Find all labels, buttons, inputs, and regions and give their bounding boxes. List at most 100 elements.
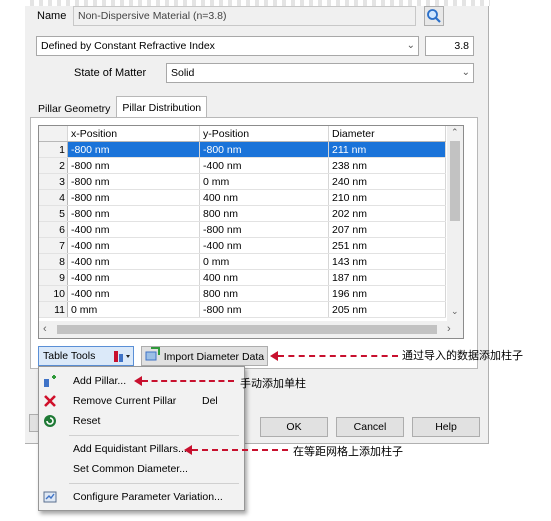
cell-diameter[interactable]: 187 nm	[328, 269, 446, 286]
cell-x-position[interactable]: 0 mm	[67, 301, 200, 318]
row-number[interactable]: 5	[39, 205, 68, 222]
table-tools-menu: Add Pillar... Remove Current Pillar Del …	[38, 366, 245, 511]
refractive-index-field[interactable]: 3.8	[425, 36, 474, 56]
tab-pillar-distribution[interactable]: Pillar Distribution	[116, 96, 208, 118]
cell-y-position[interactable]: -400 nm	[199, 237, 329, 254]
cell-x-position[interactable]: -400 nm	[67, 269, 200, 286]
table-row[interactable]: 3 -800 nm 0 mm 240 nm	[39, 173, 446, 190]
cell-diameter[interactable]: 205 nm	[328, 301, 446, 318]
add-pillar-icon	[39, 374, 61, 388]
table-row[interactable]: 4 -800 nm 400 nm 210 nm	[39, 189, 446, 206]
menu-item-set-common-diameter[interactable]: Set Common Diameter...	[39, 459, 244, 479]
import-diameter-label: Import Diameter Data	[163, 350, 265, 363]
cell-x-position[interactable]: -800 nm	[67, 205, 200, 222]
table-row[interactable]: 10 -400 nm 800 nm 196 nm	[39, 285, 446, 302]
table-row[interactable]: 11 0 mm -800 nm 205 nm	[39, 301, 446, 318]
cell-x-position[interactable]: -400 nm	[67, 221, 200, 238]
remove-pillar-label: Remove Current Pillar	[73, 395, 177, 407]
cell-y-position[interactable]: -400 nm	[199, 157, 329, 174]
ok-button[interactable]: OK	[260, 417, 328, 437]
cell-diameter[interactable]: 238 nm	[328, 157, 446, 174]
horizontal-scrollbar[interactable]: ‹ ›	[39, 321, 463, 338]
table-row[interactable]: 9 -400 nm 400 nm 187 nm	[39, 269, 446, 286]
row-number[interactable]: 9	[39, 269, 68, 286]
annotation-import: 通过导入的数据添加柱子	[402, 350, 523, 362]
cell-y-position[interactable]: -800 nm	[199, 141, 329, 158]
scroll-right-icon[interactable]: ›	[447, 323, 451, 335]
column-header-diameter[interactable]: Diameter	[328, 126, 446, 142]
row-number[interactable]: 10	[39, 285, 68, 302]
table-row[interactable]: 5 -800 nm 800 nm 202 nm	[39, 205, 446, 222]
state-select[interactable]: Solid ⌄	[166, 63, 474, 83]
close-icon	[39, 394, 61, 408]
cell-diameter[interactable]: 143 nm	[328, 253, 446, 270]
vertical-scroll-thumb[interactable]	[450, 141, 460, 221]
search-button[interactable]	[424, 6, 444, 26]
cell-y-position[interactable]: 0 mm	[199, 173, 329, 190]
name-label: Name	[37, 10, 67, 22]
cell-x-position[interactable]: -800 nm	[67, 141, 200, 158]
cell-x-position[interactable]: -800 nm	[67, 173, 200, 190]
reset-icon	[39, 414, 61, 428]
cell-x-position[interactable]: -800 nm	[67, 157, 200, 174]
definition-select[interactable]: Defined by Constant Refractive Index ⌄	[36, 36, 419, 56]
column-header-x[interactable]: x-Position	[67, 126, 200, 142]
tab-pillar-geometry[interactable]: Pillar Geometry	[32, 98, 116, 118]
cell-diameter[interactable]: 210 nm	[328, 189, 446, 206]
row-number[interactable]: 8	[39, 253, 68, 270]
cell-y-position[interactable]: -800 nm	[199, 301, 329, 318]
cell-x-position[interactable]: -800 nm	[67, 189, 200, 206]
cell-y-position[interactable]: 800 nm	[199, 285, 329, 302]
row-number[interactable]: 6	[39, 221, 68, 238]
scroll-down-icon[interactable]: ⌄	[451, 306, 459, 317]
table-row[interactable]: 8 -400 nm 0 mm 143 nm	[39, 253, 446, 270]
vertical-scrollbar[interactable]: ⌃ ⌄	[447, 126, 463, 321]
row-number[interactable]: 1	[39, 141, 68, 158]
menu-item-configure-variation[interactable]: Configure Parameter Variation...	[39, 487, 244, 507]
table-tools-label: Table Tools	[43, 350, 96, 362]
cell-y-position[interactable]: 0 mm	[199, 253, 329, 270]
cell-y-position[interactable]: 400 nm	[199, 189, 329, 206]
cell-diameter[interactable]: 211 nm	[328, 141, 446, 158]
annotation-arrow-import	[278, 355, 398, 357]
row-number[interactable]: 7	[39, 237, 68, 254]
cell-x-position[interactable]: -400 nm	[67, 285, 200, 302]
column-header-y[interactable]: y-Position	[199, 126, 329, 142]
cell-y-position[interactable]: -800 nm	[199, 221, 329, 238]
table-tools-button[interactable]: Table Tools	[38, 346, 134, 366]
row-number[interactable]: 11	[39, 301, 68, 318]
import-diameter-button[interactable]: Import Diameter Data	[141, 346, 268, 366]
row-number[interactable]: 4	[39, 189, 68, 206]
row-number[interactable]: 3	[39, 173, 68, 190]
table-row[interactable]: 6 -400 nm -800 nm 207 nm	[39, 221, 446, 238]
table-row[interactable]: 7 -400 nm -400 nm 251 nm	[39, 237, 446, 254]
menu-item-remove-pillar[interactable]: Remove Current Pillar Del	[39, 391, 244, 411]
table-row[interactable]: 1 -800 nm -800 nm 211 nm	[39, 141, 446, 158]
menu-separator	[69, 483, 239, 484]
row-header-corner	[39, 126, 68, 142]
import-icon	[145, 347, 161, 367]
pillar-table[interactable]: x-Position y-Position Diameter 1 -800 nm -…	[38, 125, 464, 339]
name-field[interactable]: Non-Dispersive Material (n=3.8)	[73, 6, 416, 26]
arrow-head	[270, 351, 278, 361]
cell-x-position[interactable]: -400 nm	[67, 237, 200, 254]
cell-diameter[interactable]: 196 nm	[328, 285, 446, 302]
horizontal-scroll-thumb[interactable]	[57, 325, 437, 334]
cancel-button[interactable]: Cancel	[336, 417, 404, 437]
scroll-left-icon[interactable]: ‹	[43, 323, 47, 335]
state-value: Solid	[171, 67, 195, 79]
help-button[interactable]: Help	[412, 417, 480, 437]
scroll-up-icon[interactable]: ⌃	[451, 127, 459, 138]
cell-y-position[interactable]: 400 nm	[199, 269, 329, 286]
search-icon	[427, 9, 441, 23]
cell-diameter[interactable]: 240 nm	[328, 173, 446, 190]
row-number[interactable]: 2	[39, 157, 68, 174]
cell-diameter[interactable]: 202 nm	[328, 205, 446, 222]
menu-item-reset[interactable]: Reset	[39, 411, 244, 431]
cell-x-position[interactable]: -400 nm	[67, 253, 200, 270]
chevron-down-icon: ⌄	[406, 40, 415, 51]
cell-y-position[interactable]: 800 nm	[199, 205, 329, 222]
table-row[interactable]: 2 -800 nm -400 nm 238 nm	[39, 157, 446, 174]
cell-diameter[interactable]: 207 nm	[328, 221, 446, 238]
cell-diameter[interactable]: 251 nm	[328, 237, 446, 254]
